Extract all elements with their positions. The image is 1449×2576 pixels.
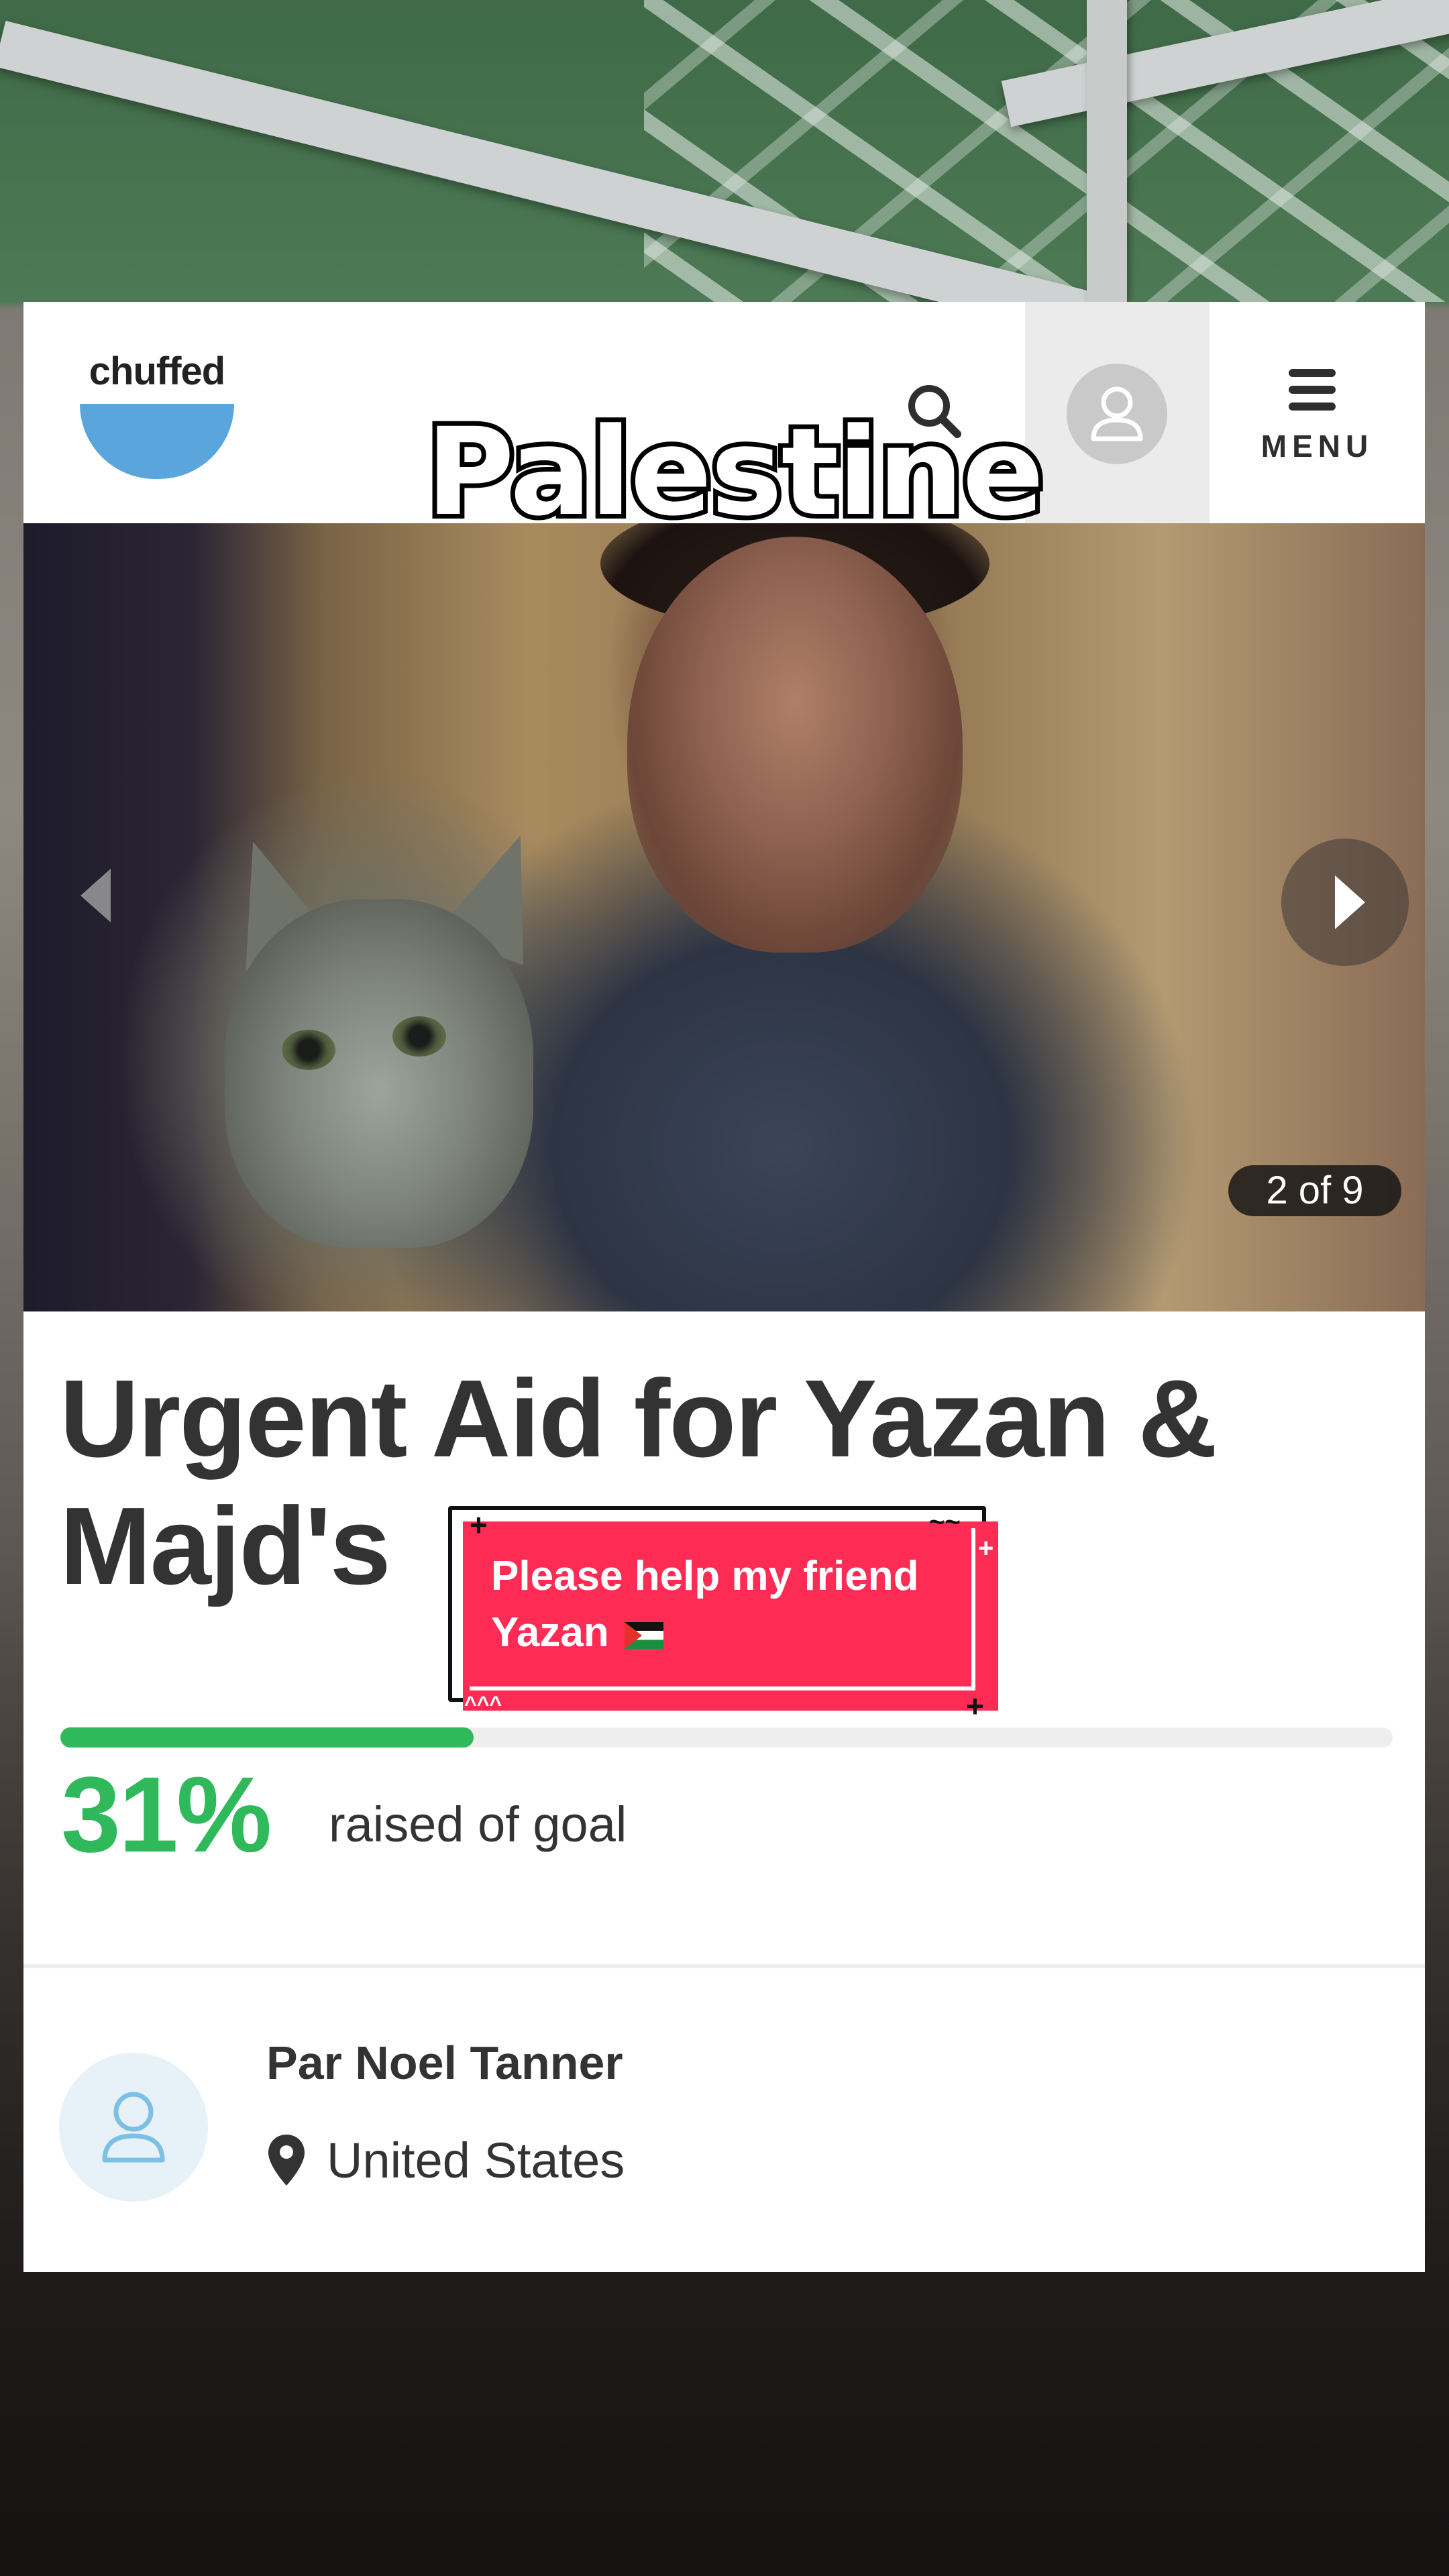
sparkle-decoration: ^^^ xyxy=(464,1692,502,1716)
carousel-counter: 2 of 9 xyxy=(1228,1165,1401,1216)
campaign-card: chuffed MENU 2 of 9 Urgent Aid for Yazan… xyxy=(23,302,1425,2272)
progress-caption: raised of goal xyxy=(329,1796,627,1852)
organizer-avatar xyxy=(59,2053,208,2202)
sticker-text: Please help my friend Yazan xyxy=(491,1548,974,1661)
account-button[interactable] xyxy=(1025,302,1210,523)
sparkle-decoration: + xyxy=(470,1507,488,1542)
sparkle-decoration: + xyxy=(966,1688,984,1723)
sparkle-decoration: ~~ xyxy=(929,1507,961,1537)
chevron-left-icon xyxy=(80,869,111,922)
user-icon xyxy=(1091,386,1143,441)
chuffed-logo[interactable]: chuffed xyxy=(80,349,234,479)
background-bunk-post xyxy=(1087,0,1127,302)
organizer-location: United States xyxy=(266,2127,625,2194)
menu-button[interactable]: MENU xyxy=(1210,302,1425,523)
user-icon xyxy=(102,2092,165,2163)
photo-cat xyxy=(225,899,533,1248)
organizer-name[interactable]: Par Noel Tanner xyxy=(266,2036,623,2090)
carousel-prev-button[interactable] xyxy=(64,852,124,939)
sticker-text-label: Please help my friend Yazan xyxy=(491,1553,919,1656)
progress-bar-fill xyxy=(60,1727,474,1748)
caption-sticker[interactable]: Please help my friend Yazan xyxy=(463,1521,998,1711)
photo-cat-eye xyxy=(392,1016,446,1057)
chevron-right-icon xyxy=(1335,875,1365,929)
section-divider xyxy=(23,1964,1425,1968)
logo-text: chuffed xyxy=(89,350,225,393)
photo-cat-eye xyxy=(282,1030,335,1070)
account-avatar xyxy=(1067,364,1167,464)
menu-icon xyxy=(1289,369,1336,411)
location-text: United States xyxy=(327,2132,625,2188)
location-pin-icon xyxy=(268,2135,305,2186)
progress-percent: 31% xyxy=(61,1754,272,1874)
palestine-flag-icon xyxy=(625,1621,664,1649)
menu-label: MENU xyxy=(1260,429,1374,464)
photo-person-face xyxy=(627,537,963,953)
video-overlay-title: Palestine xyxy=(421,398,1049,547)
sparkle-decoration: + xyxy=(978,1534,994,1563)
progress-bar xyxy=(60,1727,1393,1748)
logo-bowl xyxy=(80,404,234,479)
image-carousel[interactable]: 2 of 9 xyxy=(23,523,1425,1311)
carousel-next-button[interactable] xyxy=(1281,839,1409,966)
